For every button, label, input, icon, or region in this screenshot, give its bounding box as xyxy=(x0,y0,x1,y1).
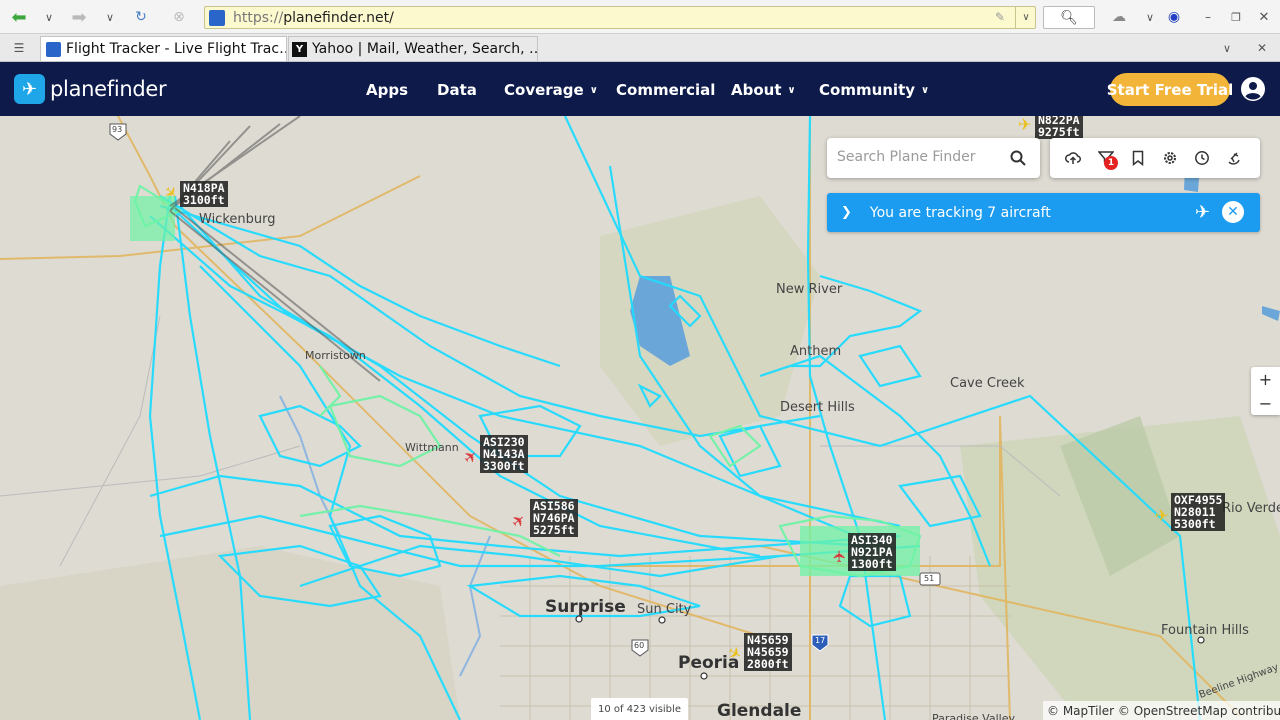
tab-yahoo[interactable]: Y Yahoo | Mail, Weather, Search, … xyxy=(288,36,538,61)
place-wittmann: Wittmann xyxy=(405,441,459,454)
yahoo-favicon-icon: Y xyxy=(292,41,307,57)
url-dropdown-icon[interactable]: ∨ xyxy=(1015,6,1036,29)
bookmark-icon[interactable] xyxy=(1130,150,1146,166)
nav-label: Coverage xyxy=(504,81,584,99)
place-anthem: Anthem xyxy=(790,344,842,359)
place-glendale: Glendale xyxy=(717,701,802,720)
nav-coverage[interactable]: Coverage ∨ xyxy=(504,81,598,99)
tracking-banner[interactable]: ❯ You are tracking 7 aircraft ✈ xyxy=(827,193,1260,232)
tab-list-icon[interactable]: ☰ xyxy=(8,37,30,59)
brand-name: planefinder xyxy=(50,77,167,101)
nav-label: Apps xyxy=(366,81,409,99)
extension-menu-chevron-icon[interactable]: ∨ xyxy=(1139,6,1161,28)
back-arrow-icon[interactable]: ⬅ xyxy=(8,6,30,28)
tab-title: Flight Tracker - Live Flight Trac… xyxy=(66,41,287,57)
search-icon[interactable] xyxy=(1010,150,1026,166)
route-51-label: 51 xyxy=(924,574,935,583)
extension-icon[interactable]: ☁ xyxy=(1108,6,1130,28)
map-attribution[interactable]: © MapTiler © OpenStreetMap contributors xyxy=(1043,701,1280,720)
filter-count-badge: 1 xyxy=(1104,156,1118,170)
place-paradise-valley: Paradise Valley xyxy=(932,712,1015,720)
browser-search-button[interactable]: 🔍︎ xyxy=(1043,6,1095,29)
reload-icon[interactable]: ↻ xyxy=(130,6,152,28)
city-dot xyxy=(700,672,708,680)
forward-arrow-icon[interactable]: ➡ xyxy=(68,6,90,28)
address-bar[interactable]: https://planefinder.net/ ✎ ∨ xyxy=(204,6,1036,29)
close-window-icon[interactable]: ✕ xyxy=(1253,6,1275,28)
nav-about[interactable]: About ∨ xyxy=(731,81,796,99)
zoom-in-button[interactable]: + xyxy=(1251,367,1280,391)
aircraft-label[interactable]: ASI586 N746PA 5275ft xyxy=(530,499,578,537)
aircraft-label[interactable]: ASI340 N921PA 1300ft xyxy=(848,533,896,571)
paperclip-icon[interactable]: ✎ xyxy=(995,10,1005,24)
nav-label: Data xyxy=(437,81,477,99)
chevron-down-icon: ∨ xyxy=(921,84,930,96)
zoom-out-button[interactable]: − xyxy=(1251,391,1280,415)
nav-community[interactable]: Community ∨ xyxy=(819,81,929,99)
city-dot xyxy=(658,616,666,624)
route-17-label: 17 xyxy=(815,636,826,645)
aircraft-label[interactable]: ASI230 N4143A 3300ft xyxy=(480,435,528,473)
place-surprise: Surprise xyxy=(545,597,626,617)
chevron-down-icon: ∨ xyxy=(787,84,796,96)
minimize-icon[interactable]: – xyxy=(1197,6,1219,28)
aircraft-label[interactable]: N822PA 9275ft xyxy=(1035,116,1083,139)
browser-logo-icon[interactable]: ◉ xyxy=(1163,6,1185,28)
tab-strip: ☰ Flight Tracker - Live Flight Trac… Y Y… xyxy=(0,34,1280,62)
place-fountain-hills: Fountain Hills xyxy=(1161,623,1249,638)
forward-history-chevron-icon[interactable]: ∨ xyxy=(99,6,121,28)
restore-icon[interactable]: ❐ xyxy=(1225,6,1247,28)
chevron-right-icon[interactable]: ❯ xyxy=(841,205,852,220)
gear-icon[interactable] xyxy=(1162,150,1178,166)
nav-label: Community xyxy=(819,81,916,99)
place-rio-verde: Rio Verde xyxy=(1222,501,1280,516)
planefinder-favicon-icon xyxy=(46,41,61,57)
site-navbar: ✈ planefinder Apps Data Coverage ∨ Commer… xyxy=(0,62,1280,116)
place-desert-hills: Desert Hills xyxy=(780,400,855,415)
account-icon[interactable] xyxy=(1241,77,1265,101)
place-new-river: New River xyxy=(776,282,843,297)
visible-aircraft-count: 10 of 423 visible xyxy=(591,698,688,720)
place-sun-city: Sun City xyxy=(637,602,692,617)
url-text: https://planefinder.net/ xyxy=(233,9,394,26)
close-tab-icon[interactable]: ✕ xyxy=(1251,37,1273,59)
nav-apps[interactable]: Apps xyxy=(366,81,408,99)
route-93-label: 93 xyxy=(112,125,123,134)
nav-commercial[interactable]: Commercial xyxy=(616,81,715,99)
chevron-down-icon: ∨ xyxy=(589,84,598,96)
aircraft-icon[interactable]: ✈ xyxy=(1018,116,1036,134)
aircraft-icon[interactable]: ✈ xyxy=(830,545,849,563)
plane-logo-icon: ✈ xyxy=(14,74,45,104)
nav-data[interactable]: Data xyxy=(437,81,477,99)
plane-search-input[interactable] xyxy=(837,144,1007,170)
tab-flight-tracker[interactable]: Flight Tracker - Live Flight Trac… xyxy=(40,36,287,61)
plane-search-panel xyxy=(827,138,1040,178)
tab-title: Yahoo | Mail, Weather, Search, … xyxy=(312,41,538,57)
map-tools-panel xyxy=(1050,138,1260,178)
aircraft-label[interactable]: N418PA 3100ft xyxy=(180,181,228,207)
tab-overflow-chevron-icon[interactable]: ∨ xyxy=(1216,37,1238,59)
planefinder-logo[interactable]: ✈ planefinder xyxy=(14,74,167,104)
stop-icon[interactable]: ⊗ xyxy=(168,6,190,28)
aircraft-label[interactable]: OXF4955 N28011 5300ft xyxy=(1171,493,1226,531)
browser-toolbar: ⬅ ∨ ➡ ∨ ↻ ⊗ https://planefinder.net/ ✎ ∨… xyxy=(0,0,1280,34)
site-favicon-icon xyxy=(209,9,225,26)
tracking-text: You are tracking 7 aircraft xyxy=(869,204,1051,221)
plane-outline-icon: ✈ xyxy=(1195,202,1211,223)
place-wickenburg: Wickenburg xyxy=(199,212,276,227)
aircraft-label[interactable]: N45659 N45659 2800ft xyxy=(744,633,792,671)
zoom-control: + − xyxy=(1251,367,1280,415)
place-cave-creek: Cave Creek xyxy=(950,376,1025,391)
history-clock-icon[interactable] xyxy=(1194,150,1210,166)
start-free-trial-button[interactable]: Start Free Trial xyxy=(1107,73,1233,106)
search-icon: 🔍︎ xyxy=(1060,9,1078,26)
route-60-label: 60 xyxy=(634,641,645,650)
close-icon[interactable]: ✕ xyxy=(1222,201,1244,223)
cloud-upload-icon[interactable] xyxy=(1065,150,1081,166)
plane-refresh-icon[interactable] xyxy=(1226,150,1242,166)
back-history-chevron-icon[interactable]: ∨ xyxy=(38,6,60,28)
place-morristown: Morristown xyxy=(305,349,366,362)
nav-label: About xyxy=(731,81,782,99)
nav-label: Commercial xyxy=(616,81,716,99)
